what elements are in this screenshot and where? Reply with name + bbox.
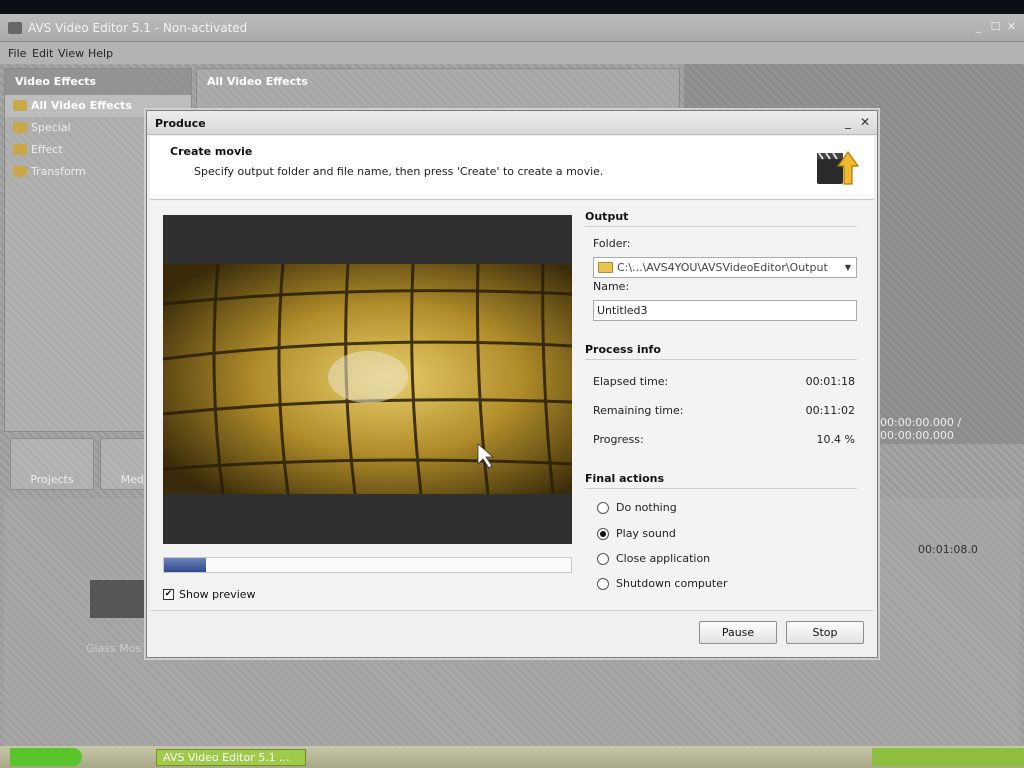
tree-item-label: Special xyxy=(31,121,71,134)
output-section-title: Output xyxy=(585,210,857,227)
tree-item-label: All Video Effects xyxy=(31,99,132,112)
remaining-time-row: Remaining time: 00:11:02 xyxy=(593,404,855,417)
final-action-label: Play sound xyxy=(616,527,676,540)
radio-shutdown-computer[interactable] xyxy=(597,577,609,590)
remaining-time-value: 00:11:02 xyxy=(805,404,855,417)
folder-icon xyxy=(13,122,27,133)
preview-frame-glass-mosaic xyxy=(163,264,572,494)
start-button[interactable] xyxy=(10,748,82,766)
menu-help[interactable]: Help xyxy=(88,47,113,60)
elapsed-time-label: Elapsed time: xyxy=(593,375,669,388)
chevron-down-icon[interactable]: ▼ xyxy=(840,263,856,272)
desktop-top-strip xyxy=(0,0,1024,14)
system-tray xyxy=(872,748,1024,766)
progress-label: Progress: xyxy=(593,433,644,446)
remaining-time-label: Remaining time: xyxy=(593,404,684,417)
final-action-do-nothing[interactable]: Do nothing xyxy=(597,501,677,514)
menu-edit[interactable]: Edit xyxy=(32,47,53,60)
taskbar-item-avs[interactable]: AVS Video Editor 5.1 ... xyxy=(156,749,306,766)
dialog-body: ✔ Show preview Output Folder: C:\...\AVS… xyxy=(150,201,874,609)
timeline-clip[interactable] xyxy=(90,580,150,618)
radio-play-sound[interactable] xyxy=(597,527,609,540)
folder-value: C:\...\AVS4YOU\AVSVideoEditor\Output xyxy=(617,261,828,274)
final-action-label: Do nothing xyxy=(616,501,677,514)
final-actions-section-title: Final actions xyxy=(585,472,857,489)
folder-icon xyxy=(13,144,27,155)
radio-close-application[interactable] xyxy=(597,552,609,565)
dialog-minimize-icon[interactable]: _ xyxy=(841,115,855,129)
pause-button[interactable]: Pause xyxy=(699,621,777,644)
final-action-shutdown-computer[interactable]: Shutdown computer xyxy=(597,577,727,590)
produce-dialog: Produce _ ✕ Create movie Specify output … xyxy=(146,110,878,658)
dialog-footer: Pause Stop xyxy=(150,610,874,654)
minimize-icon[interactable]: _ xyxy=(972,21,985,33)
render-progress-bar xyxy=(163,557,572,573)
timeline-effect-label: Glass Mos xyxy=(86,642,142,655)
final-action-label: Shutdown computer xyxy=(616,577,728,590)
tree-item-label: Effect xyxy=(31,143,63,156)
projects-button-label: Projects xyxy=(30,473,74,486)
effects-gallery-header: All Video Effects xyxy=(207,75,308,88)
dialog-titlebar: Produce _ ✕ xyxy=(147,111,877,135)
file-name-input[interactable] xyxy=(593,300,857,321)
folder-icon xyxy=(598,262,613,273)
elapsed-time-row: Elapsed time: 00:01:18 xyxy=(593,375,855,388)
name-label: Name: xyxy=(593,280,630,293)
app-title: AVS Video Editor 5.1 - Non-activated xyxy=(28,21,248,35)
show-preview-option[interactable]: ✔ Show preview xyxy=(163,586,256,602)
final-action-play-sound[interactable]: Play sound xyxy=(597,527,676,540)
menu-file[interactable]: File xyxy=(8,47,26,60)
dialog-header: Create movie Specify output folder and f… xyxy=(150,136,874,200)
process-info-section-title: Process info xyxy=(585,343,857,360)
elapsed-time-value: 00:01:18 xyxy=(805,375,855,388)
folder-icon xyxy=(13,100,27,111)
menu-bar: File Edit View Help xyxy=(0,42,1024,64)
render-progress-fill xyxy=(164,558,207,572)
dialog-title: Produce xyxy=(155,117,206,130)
taskbar: AVS Video Editor 5.1 ... xyxy=(0,746,1024,768)
menu-view[interactable]: View xyxy=(58,47,84,60)
video-effects-header: Video Effects xyxy=(5,69,191,95)
create-movie-subtitle: Specify output folder and file name, the… xyxy=(194,165,604,178)
progress-value: 10.4 % xyxy=(816,433,855,446)
timeline-time-marker: 00:01:08.0 xyxy=(918,543,978,556)
folder-label: Folder: xyxy=(593,237,631,250)
folder-icon xyxy=(13,166,27,177)
show-preview-checkbox[interactable]: ✔ xyxy=(163,588,174,600)
final-action-label: Close application xyxy=(616,552,711,565)
tree-item-label: Transform xyxy=(31,165,86,178)
create-movie-title: Create movie xyxy=(170,145,253,158)
final-action-close-application[interactable]: Close application xyxy=(597,552,710,565)
clapperboard-export-icon xyxy=(817,150,860,185)
folder-dropdown[interactable]: C:\...\AVS4YOU\AVSVideoEditor\Output ▼ xyxy=(593,257,857,278)
stop-button[interactable]: Stop xyxy=(786,621,864,644)
video-preview xyxy=(163,215,572,544)
show-preview-label: Show preview xyxy=(179,587,256,601)
app-titlebar: AVS Video Editor 5.1 - Non-activated _ ☐… xyxy=(0,14,1024,42)
projects-button[interactable]: Projects xyxy=(10,438,94,490)
close-icon[interactable]: ✕ xyxy=(1005,21,1018,33)
dialog-close-icon[interactable]: ✕ xyxy=(858,115,872,129)
progress-row: Progress: 10.4 % xyxy=(593,433,855,446)
app-logo-icon xyxy=(8,22,22,34)
radio-do-nothing[interactable] xyxy=(597,501,609,514)
maximize-icon[interactable]: ☐ xyxy=(989,21,1002,33)
